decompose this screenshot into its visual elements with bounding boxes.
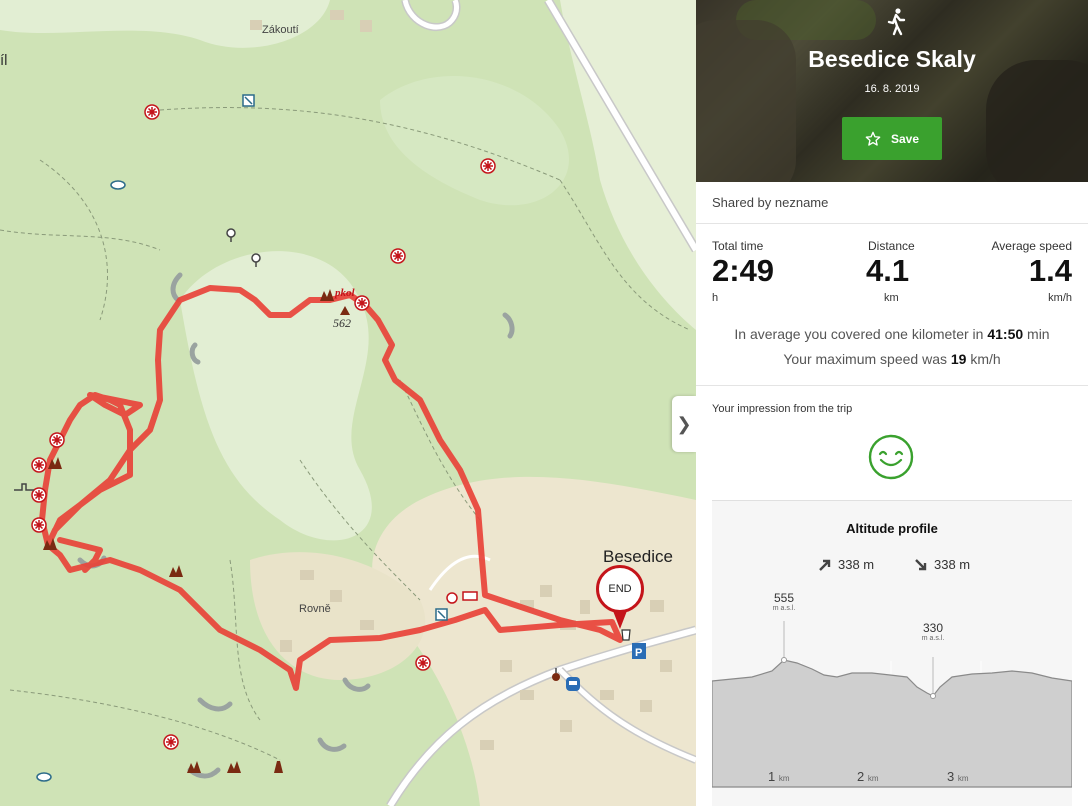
peak-triangle-icon	[340, 306, 350, 315]
divider	[696, 223, 1088, 224]
place-label-zakouti: Zákoutí	[262, 24, 299, 36]
distance-unit: km	[884, 292, 899, 304]
min-point	[930, 693, 936, 699]
save-button[interactable]: Save	[842, 117, 942, 160]
trip-cover-photo: Besedice Skaly 16. 8. 2019 Save	[696, 0, 1088, 182]
pace-suffix: min	[1027, 326, 1050, 342]
altitude-max-unit: m a.s.l.	[772, 605, 796, 612]
average-speed-unit: km/h	[1048, 292, 1072, 304]
pace-summary: In average you covered one kilometer in …	[696, 326, 1088, 342]
end-marker[interactable]: END	[594, 563, 646, 633]
pace-value: 41:50	[987, 326, 1024, 342]
walking-icon	[887, 8, 906, 36]
end-marker-label: END	[596, 565, 644, 613]
average-speed-value: 1.4	[1028, 253, 1072, 288]
star-icon	[865, 131, 881, 146]
km-tick-1: 1 km	[768, 769, 790, 784]
happy-smiley-icon[interactable]	[867, 433, 915, 481]
peak-name-label: pkol	[335, 287, 355, 299]
impression-label: Your impression from the trip	[712, 403, 853, 415]
total-time-label: Total time	[712, 239, 764, 253]
shared-by-label: Shared by nezname	[712, 195, 829, 210]
arrow-down-right-icon	[915, 558, 927, 570]
map-view[interactable]: P Zákoutí íl Rovně Besedice pkol 562 END	[0, 0, 696, 806]
svg-text:P: P	[635, 647, 642, 659]
divider	[696, 385, 1088, 386]
ascent-value: 338 m	[838, 557, 875, 572]
pace-prefix: In average you covered one kilometer in	[734, 326, 984, 342]
max-speed-value: 19	[950, 351, 967, 367]
arrow-up-right-icon	[819, 559, 831, 571]
trip-title: Besedice Skaly	[808, 46, 976, 72]
average-speed-label: Average speed	[991, 239, 1072, 253]
altitude-max-label: 555 m a.s.l.	[764, 591, 804, 612]
km-tick-2: 2 km	[857, 769, 879, 784]
app-root: P Zákoutí íl Rovně Besedice pkol 562 END…	[0, 0, 1088, 806]
peak-elevation-label: 562	[333, 316, 351, 330]
max-point	[781, 657, 787, 663]
max-speed-prefix: Your maximum speed was	[783, 351, 947, 367]
distance-label: Distance	[868, 239, 915, 253]
descent-value: 338 m	[934, 557, 971, 572]
save-button-label: Save	[890, 131, 920, 146]
altitude-title: Altitude profile	[846, 521, 938, 536]
altitude-min-value: 330	[922, 621, 944, 635]
total-time-unit: h	[712, 292, 719, 304]
place-label-edge: íl	[0, 52, 8, 69]
distance-value: 4.1	[866, 253, 910, 288]
ascent-stat: 338 m	[818, 557, 874, 572]
km-tick-3: 3 km	[947, 769, 969, 784]
altitude-profile: Altitude profile 338 m 338 m 555 m a.s.l…	[712, 500, 1072, 806]
trip-detail-panel: Besedice Skaly 16. 8. 2019 Save Shared b…	[696, 0, 1088, 806]
max-speed-suffix: km/h	[970, 351, 1001, 367]
place-label-rovne: Rovně	[299, 603, 331, 615]
meadow-area	[380, 76, 569, 206]
max-speed-summary: Your maximum speed was 19 km/h	[696, 351, 1088, 367]
altitude-max-value: 555	[773, 591, 795, 605]
total-time-value: 2:49	[712, 253, 775, 288]
altitude-chart[interactable]	[712, 581, 1072, 806]
altitude-min-label: 330 m a.s.l.	[913, 621, 953, 642]
altitude-area	[712, 659, 1072, 788]
collapse-panel-button[interactable]: ❯	[672, 396, 696, 452]
chevron-right-icon: ❯	[676, 413, 692, 434]
trip-date: 16. 8. 2019	[864, 83, 920, 95]
descent-stat: 338 m	[914, 557, 970, 572]
map-canvas[interactable]: P	[0, 0, 696, 806]
altitude-min-unit: m a.s.l.	[921, 635, 945, 642]
